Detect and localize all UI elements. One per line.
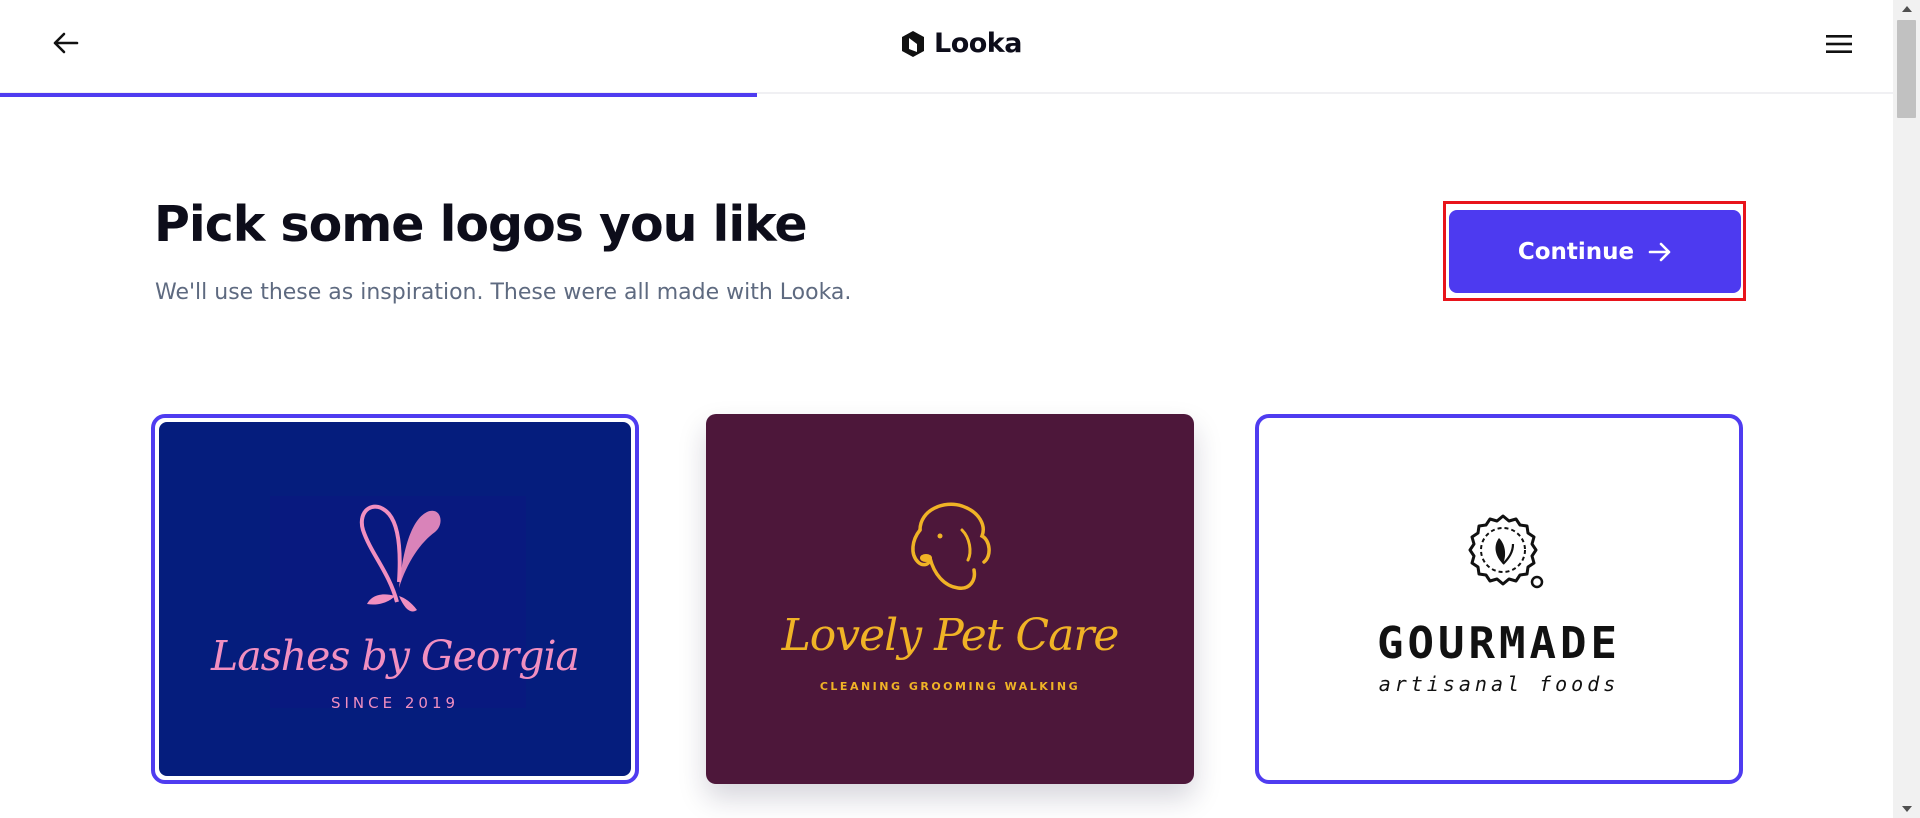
logo-brand-text: Lashes by Georgia — [211, 632, 580, 680]
leaf-badge-icon — [1468, 514, 1544, 589]
logo-card-lashes[interactable]: Lashes by Georgia SINCE 2019 — [151, 414, 639, 784]
page-subtitle: We'll use these as inspiration. These we… — [155, 280, 852, 305]
scroll-down-arrow[interactable] — [1893, 800, 1920, 818]
logo-card-pet-care[interactable]: Lovely Pet Care CLEANING GROOMING WALKIN… — [706, 414, 1194, 784]
continue-label: Continue — [1517, 238, 1635, 265]
logo-brand-text: Lovely Pet Care — [781, 610, 1120, 661]
back-button[interactable] — [48, 26, 82, 60]
logo-tagline: artisanal foods — [1378, 672, 1620, 696]
scrollbar[interactable] — [1893, 0, 1920, 818]
continue-button[interactable]: Continue — [1449, 210, 1741, 293]
menu-button[interactable] — [1822, 28, 1856, 60]
progress-bar — [0, 93, 758, 97]
logo-tagline: CLEANING GROOMING WALKING — [819, 680, 1081, 693]
looka-mark-icon — [902, 30, 924, 57]
arrow-left-icon — [53, 32, 79, 54]
brand-logo[interactable]: Looka — [900, 28, 1022, 59]
logo-brand-text: GOURMADE — [1377, 618, 1621, 669]
logo-preview: Lovely Pet Care CLEANING GROOMING WALKIN… — [706, 414, 1194, 784]
logo-card-gourmade[interactable]: GOURMADE artisanal foods — [1255, 414, 1743, 784]
brand-name: Looka — [934, 28, 1022, 59]
hamburger-menu-icon — [1826, 35, 1852, 53]
logo-preview: GOURMADE artisanal foods — [1263, 422, 1735, 776]
butterfly-icon — [359, 504, 441, 612]
scrollbar-thumb[interactable] — [1897, 20, 1916, 118]
scroll-up-arrow[interactable] — [1893, 0, 1920, 18]
dog-head-icon — [911, 502, 991, 590]
logo-preview: Lashes by Georgia SINCE 2019 — [159, 422, 631, 776]
triangle-up-icon — [1901, 6, 1912, 12]
logo-tagline: SINCE 2019 — [330, 694, 460, 712]
arrow-right-icon — [1648, 242, 1671, 261]
top-bar: Looka — [0, 0, 1893, 94]
triangle-down-icon — [1901, 806, 1912, 812]
page-title: Pick some logos you like — [154, 196, 808, 253]
